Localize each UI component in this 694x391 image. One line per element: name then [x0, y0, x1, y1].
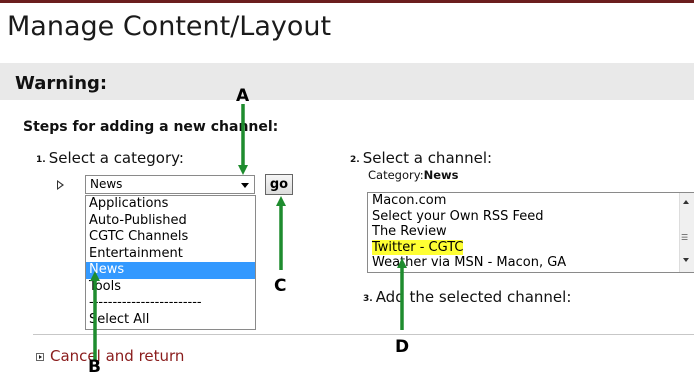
current-category: Category:News [368, 168, 458, 182]
chevron-down-icon[interactable] [241, 183, 249, 188]
scroll-up-icon[interactable] [683, 200, 689, 204]
step-2-number: 2. [350, 155, 360, 165]
annotation-label-c: C [274, 276, 286, 296]
category-prefix: Category: [368, 168, 424, 182]
scroll-grip-icon[interactable]: ☰ [681, 233, 690, 242]
channel-option[interactable]: The Review [368, 224, 693, 240]
step-1-text: Select a category: [48, 149, 184, 167]
channel-option[interactable]: Select your Own RSS Feed [368, 209, 693, 225]
play-pointer-icon [57, 180, 64, 190]
category-separator: ------------------------ [89, 295, 202, 310]
cancel-and-return-link[interactable]: Cancel and return [50, 347, 184, 365]
annotation-label-d: D [395, 337, 409, 357]
channel-option-highlighted[interactable]: Twitter - CGTC [368, 239, 693, 256]
step-3-label: 3. Add the selected channel: [363, 288, 571, 306]
channel-listbox[interactable]: Macon.com Select your Own RSS Feed The R… [367, 192, 694, 273]
category-select[interactable]: News [85, 175, 255, 194]
expand-arrow-icon[interactable] [36, 353, 44, 361]
steps-heading: Steps for adding a new channel: [23, 119, 279, 135]
channel-option[interactable]: Macon.com [368, 193, 693, 209]
category-option[interactable]: CGTC Channels [86, 229, 255, 246]
category-option-selected[interactable]: News [86, 262, 255, 279]
step-1-number: 1. [36, 155, 46, 165]
category-dropdown-list[interactable]: Applications Auto-Published CGTC Channel… [85, 195, 256, 330]
step-2-text: Select a channel: [362, 149, 493, 167]
step-3-text: Add the selected channel: [375, 288, 572, 306]
category-option[interactable]: Applications [86, 196, 255, 213]
go-button[interactable]: go [265, 174, 293, 195]
highlighted-channel-text: Twitter - CGTC [372, 239, 464, 255]
category-option[interactable]: Auto-Published [86, 213, 255, 230]
page-title: Manage Content/Layout [7, 11, 332, 42]
step-2-label: 2. Select a channel: [350, 149, 492, 167]
category-option[interactable]: Select All [86, 312, 255, 329]
divider [33, 334, 694, 335]
category-option[interactable]: Tools [86, 279, 255, 296]
category-value: News [423, 168, 459, 182]
scroll-down-icon[interactable] [683, 258, 689, 262]
step-3-number: 3. [363, 294, 373, 304]
top-border [0, 0, 694, 3]
step-1-label: 1. Select a category: [36, 149, 184, 167]
warning-heading: Warning: [15, 73, 108, 94]
channel-option[interactable]: Weather via MSN - Macon, GA [368, 255, 693, 271]
category-select-value: News [90, 177, 123, 191]
category-option[interactable]: Entertainment [86, 246, 255, 263]
